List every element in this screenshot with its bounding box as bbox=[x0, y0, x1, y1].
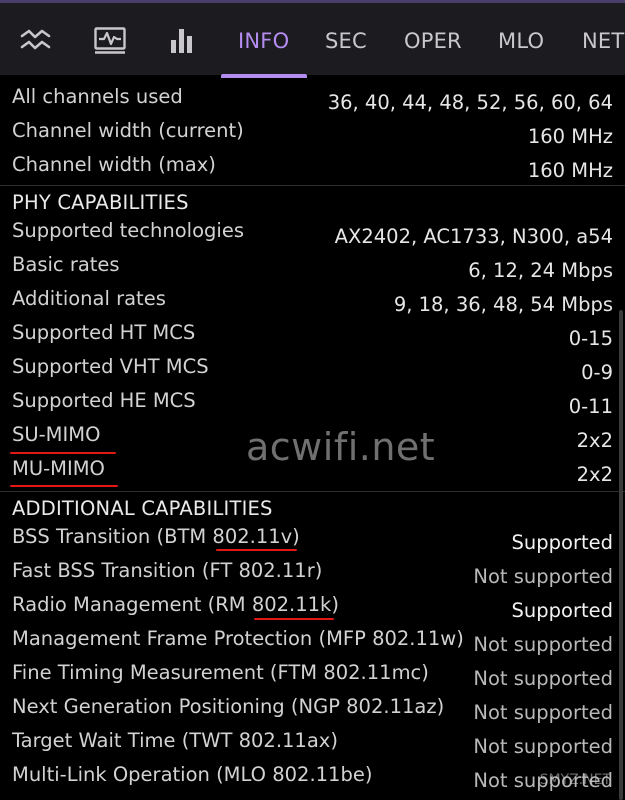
section-title-additional: ADDITIONAL CAPABILITIES bbox=[12, 497, 273, 520]
row-label: Multi-Link Operation (MLO 802.11be) bbox=[12, 763, 373, 786]
highlight-underline bbox=[10, 485, 118, 487]
section-divider bbox=[0, 185, 625, 186]
bar-chart-icon[interactable] bbox=[166, 25, 200, 55]
row-value: 0-15 bbox=[568, 327, 613, 350]
row-value: 2x2 bbox=[576, 429, 613, 452]
section-title-phy: PHY CAPABILITIES bbox=[12, 191, 189, 214]
list-item: Supported HE MCS 0-11 bbox=[0, 389, 625, 423]
row-value: Not supported bbox=[473, 565, 613, 588]
list-item: Additional rates 9, 18, 36, 48, 54 Mbps bbox=[0, 287, 625, 321]
highlight-underline bbox=[216, 549, 297, 551]
row-value: 9, 18, 36, 48, 54 Mbps bbox=[393, 293, 613, 316]
list-item: Fast BSS Transition (FT 802.11r) Not sup… bbox=[0, 559, 625, 593]
list-item: BSS Transition (BTM 802.11v) Supported bbox=[0, 525, 625, 559]
row-value: Not supported bbox=[473, 701, 613, 724]
row-label: Supported HE MCS bbox=[12, 389, 196, 412]
row-value: 0-11 bbox=[568, 395, 613, 418]
row-label: Channel width (current) bbox=[12, 119, 244, 142]
list-item: Fine Timing Measurement (FTM 802.11mc) N… bbox=[0, 661, 625, 695]
row-label: Target Wait Time (TWT 802.11ax) bbox=[12, 729, 338, 752]
row-value: AX2402, AC1733, N300, a54 bbox=[334, 225, 613, 248]
signal-graph-icon[interactable] bbox=[19, 25, 53, 55]
list-item: Supported technologies AX2402, AC1733, N… bbox=[0, 219, 625, 253]
row-value: 160 MHz bbox=[527, 159, 613, 182]
row-label: Additional rates bbox=[12, 287, 166, 310]
row-value: 0-9 bbox=[581, 361, 613, 384]
watermark: acwifi.net bbox=[246, 425, 436, 469]
tab-bar: INFO SEC OPER MLO NET bbox=[0, 0, 625, 78]
tab-sec[interactable]: SEC bbox=[325, 29, 367, 53]
row-value: 36, 40, 44, 48, 52, 56, 60, 64 bbox=[327, 91, 613, 114]
list-item: Target Wait Time (TWT 802.11ax) Not supp… bbox=[0, 729, 625, 763]
row-label: Fine Timing Measurement (FTM 802.11mc) bbox=[12, 661, 429, 684]
row-value: Supported bbox=[511, 599, 613, 622]
row-value: 2x2 bbox=[576, 463, 613, 486]
highlight-underline bbox=[10, 452, 116, 454]
section-divider bbox=[0, 491, 625, 492]
list-item: Channel width (current) 160 MHz bbox=[0, 119, 625, 153]
row-value: Not supported bbox=[473, 633, 613, 656]
tab-info[interactable]: INFO bbox=[238, 29, 289, 53]
tab-net[interactable]: NET bbox=[582, 29, 624, 53]
list-item: All channels used 36, 40, 44, 48, 52, 56… bbox=[0, 85, 625, 119]
row-value: 160 MHz bbox=[527, 125, 613, 148]
list-item: Supported HT MCS 0-15 bbox=[0, 321, 625, 355]
row-label: SU-MIMO bbox=[12, 423, 101, 446]
row-label: Management Frame Protection (MFP 802.11w… bbox=[12, 627, 464, 650]
corner-watermark: SMYZ.NET bbox=[539, 772, 611, 788]
row-label: Radio Management (RM 802.11k) bbox=[12, 593, 339, 616]
row-label: Fast BSS Transition (FT 802.11r) bbox=[12, 559, 323, 582]
row-value: Not supported bbox=[473, 667, 613, 690]
row-value: Not supported bbox=[473, 735, 613, 758]
row-label: BSS Transition (BTM 802.11v) bbox=[12, 525, 300, 548]
list-item: Next Generation Positioning (NGP 802.11a… bbox=[0, 695, 625, 729]
row-label: Basic rates bbox=[12, 253, 120, 276]
row-label: Supported technologies bbox=[12, 219, 244, 242]
scrollbar[interactable] bbox=[619, 310, 623, 800]
row-label: MU-MIMO bbox=[12, 457, 105, 480]
row-value: 6, 12, 24 Mbps bbox=[468, 259, 613, 282]
row-label: Supported HT MCS bbox=[12, 321, 196, 344]
row-value: Supported bbox=[511, 531, 613, 554]
list-item: Multi-Link Operation (MLO 802.11be) Not … bbox=[0, 763, 625, 797]
list-item: Channel width (max) 160 MHz bbox=[0, 153, 625, 187]
list-item: Supported VHT MCS 0-9 bbox=[0, 355, 625, 389]
waveform-icon[interactable] bbox=[93, 25, 127, 55]
row-label: All channels used bbox=[12, 85, 183, 108]
list-item: Radio Management (RM 802.11k) Supported bbox=[0, 593, 625, 627]
row-label: Supported VHT MCS bbox=[12, 355, 209, 378]
tab-oper[interactable]: OPER bbox=[404, 29, 462, 53]
row-label: Channel width (max) bbox=[12, 153, 216, 176]
tab-mlo[interactable]: MLO bbox=[498, 29, 544, 53]
list-item: Basic rates 6, 12, 24 Mbps bbox=[0, 253, 625, 287]
highlight-underline bbox=[254, 618, 334, 620]
list-item: Management Frame Protection (MFP 802.11w… bbox=[0, 627, 625, 661]
row-label: Next Generation Positioning (NGP 802.11a… bbox=[12, 695, 445, 718]
